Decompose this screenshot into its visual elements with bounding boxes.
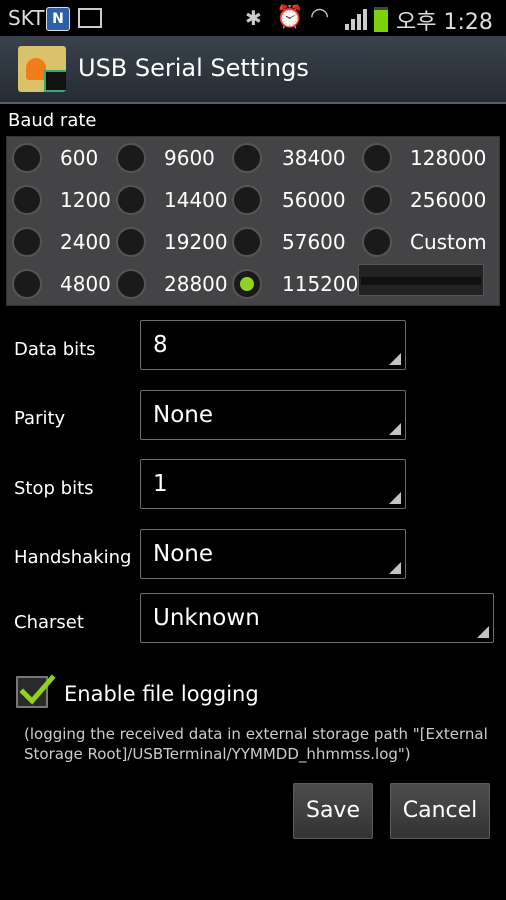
page-title: USB Serial Settings [78, 54, 309, 82]
baud-option-label: 57600 [282, 230, 346, 254]
charset-value: Unknown [153, 605, 260, 631]
baud-option-label: 1200 [60, 188, 111, 212]
data-bits-spinner[interactable]: 8 [140, 320, 406, 370]
dropdown-arrow-icon [477, 626, 489, 638]
radio-button[interactable] [12, 143, 42, 173]
baud-option-label: Custom [410, 230, 487, 254]
radio-button[interactable] [362, 227, 392, 257]
dropdown-arrow-icon [389, 562, 401, 574]
dropdown-arrow-icon [389, 423, 401, 435]
radio-button[interactable] [116, 269, 146, 299]
dropdown-arrow-icon [389, 353, 401, 365]
baud-option-label: 115200 [282, 272, 359, 296]
dropdown-arrow-icon [389, 492, 401, 504]
notification-n-icon: N [46, 7, 70, 31]
terminal-icon [44, 70, 66, 92]
logging-note: (logging the received data in external s… [24, 725, 488, 763]
baud-option-label: 38400 [282, 146, 346, 170]
app-icon [18, 46, 66, 92]
clock: 오후 1:28 [396, 10, 493, 35]
android-icon [26, 58, 46, 80]
baud-option-label: 600 [60, 146, 99, 170]
radio-button[interactable] [12, 227, 42, 257]
radio-button[interactable] [12, 185, 42, 215]
handshaking-value: None [153, 541, 214, 567]
data-bits-label: Data bits [14, 339, 96, 360]
alarm-icon: ⏰ [276, 5, 304, 30]
baud-option-label: 14400 [164, 188, 228, 212]
radio-button[interactable] [116, 143, 146, 173]
stop-bits-value: 1 [153, 471, 168, 497]
radio-button[interactable] [232, 185, 262, 215]
file-logging-label[interactable]: Enable file logging [64, 682, 259, 706]
baud-option-label: 256000 [410, 188, 487, 212]
cancel-button[interactable]: Cancel [390, 783, 490, 839]
radio-button[interactable] [232, 269, 262, 299]
battery-icon [374, 7, 388, 32]
charset-spinner[interactable]: Unknown [140, 593, 494, 643]
baud-option-label: 19200 [164, 230, 228, 254]
file-logging-checkbox[interactable] [16, 674, 56, 708]
baud-option-label: 128000 [410, 146, 487, 170]
baud-option-label: 4800 [60, 272, 111, 296]
wifi-icon: ◠ [310, 4, 330, 29]
parity-value: None [153, 402, 214, 428]
gallery-icon [78, 8, 102, 28]
bluetooth-icon: ✱ [245, 6, 262, 30]
baud-option-label: 9600 [164, 146, 215, 170]
title-bar: USB Serial Settings [0, 36, 506, 104]
data-bits-value: 8 [153, 332, 168, 358]
baud-option-label: 56000 [282, 188, 346, 212]
handshaking-label: Handshaking [14, 547, 132, 568]
save-button[interactable]: Save [293, 783, 373, 839]
stop-bits-spinner[interactable]: 1 [140, 459, 406, 509]
baud-option-label: 2400 [60, 230, 111, 254]
stop-bits-label: Stop bits [14, 478, 94, 499]
charset-label: Charset [14, 612, 84, 633]
radio-button[interactable] [12, 269, 42, 299]
radio-button[interactable] [116, 185, 146, 215]
parity-spinner[interactable]: None [140, 390, 406, 440]
custom-baud-input[interactable] [358, 264, 484, 296]
parity-label: Parity [14, 408, 66, 429]
carrier-label: SKT [8, 6, 45, 30]
radio-button[interactable] [362, 143, 392, 173]
radio-button[interactable] [116, 227, 146, 257]
status-bar: SKT N ✱ ⏰ ◠ 오후 1:28 [0, 0, 506, 36]
radio-button[interactable] [362, 185, 392, 215]
signal-icon [345, 9, 367, 30]
baud-option-label: 28800 [164, 272, 228, 296]
radio-button[interactable] [232, 227, 262, 257]
handshaking-spinner[interactable]: None [140, 529, 406, 579]
checkmark-icon [19, 674, 56, 705]
baud-rate-label: Baud rate [8, 110, 97, 131]
radio-button[interactable] [232, 143, 262, 173]
